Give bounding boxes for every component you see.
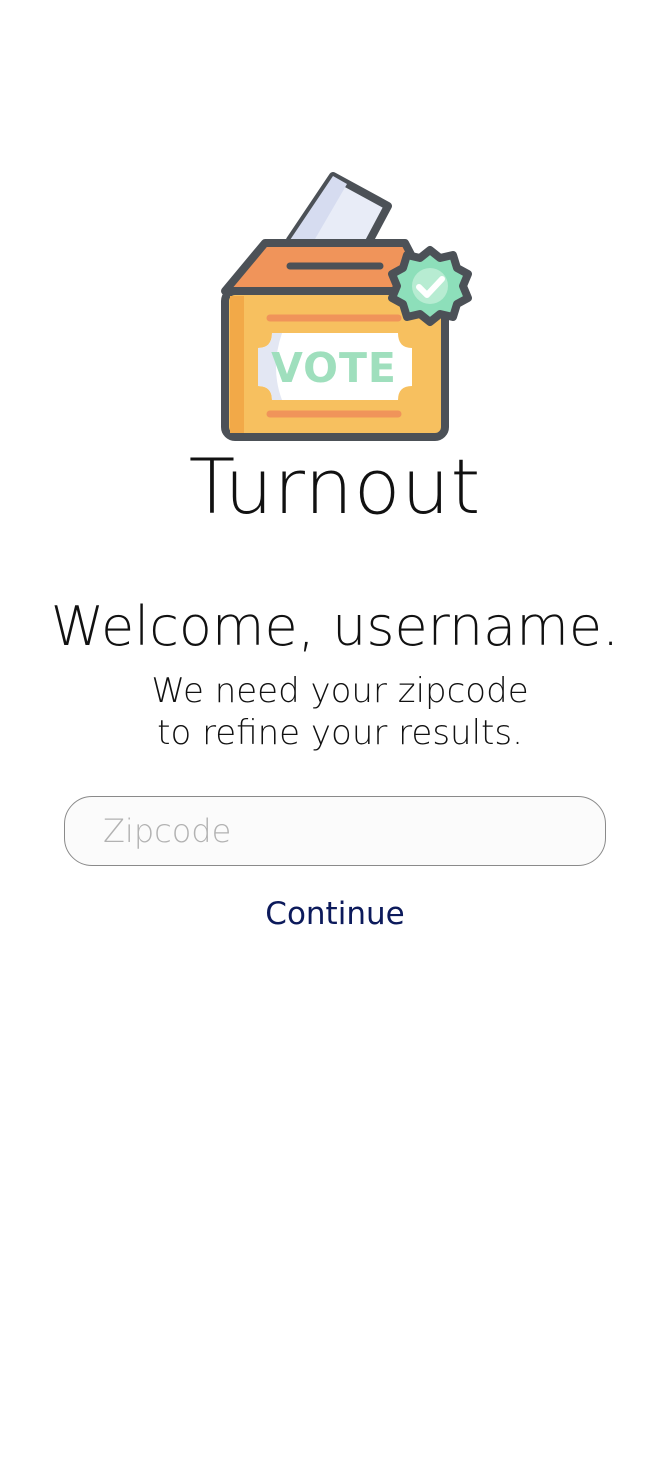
welcome-heading: Welcome, username. [50,595,620,658]
vote-label: VOTE [271,344,397,392]
zipcode-prompt: We need your zipcode to refine your resu… [151,671,529,753]
check-badge-icon [388,246,472,326]
app-title: Turnout [188,442,482,531]
ballot-box-vote-icon: VOTE [210,168,480,448]
zipcode-input[interactable] [65,797,605,865]
zipcode-field[interactable] [64,796,606,866]
continue-button[interactable]: Continue [235,890,435,938]
